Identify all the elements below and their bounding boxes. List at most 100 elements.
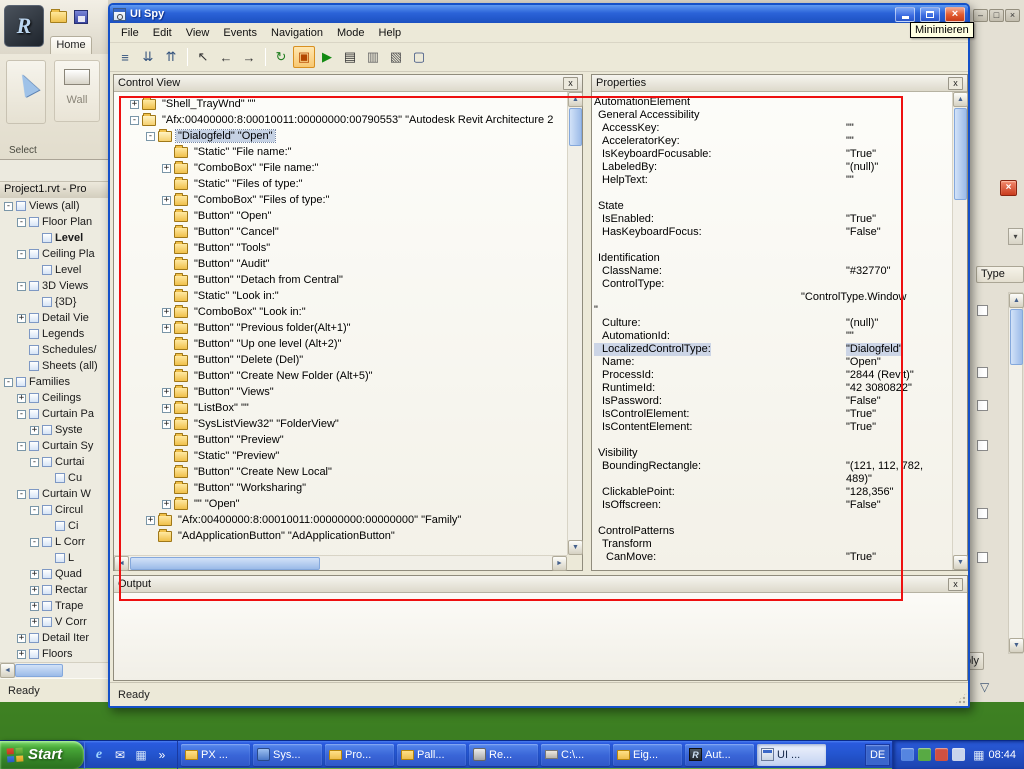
refresh-icon[interactable]: ↻ — [270, 46, 292, 68]
browser-tree-item[interactable]: Legends — [0, 326, 108, 342]
checkbox-fragment[interactable] — [977, 508, 988, 519]
scroll-up-button[interactable]: ▲ — [1009, 293, 1024, 308]
tree-view-icon[interactable]: ≡ — [114, 46, 136, 68]
browser-tree-item[interactable]: +Detail Iter — [0, 630, 108, 646]
property-row[interactable]: BoundingRectangle:"(121, 112, 782, — [594, 460, 952, 473]
browser-tree-item[interactable]: Ci — [0, 518, 108, 534]
open-file-icon[interactable] — [50, 11, 67, 23]
control-view-vscrollbar[interactable]: ▲ ▼ — [567, 92, 582, 555]
taskbar-button[interactable]: PX ... — [181, 744, 250, 766]
control-view-tree-item[interactable]: +"" "Open" — [114, 496, 567, 512]
property-row[interactable]: LabeledBy:"(null)" — [594, 161, 952, 174]
browser-tree-item[interactable]: -Families — [0, 374, 108, 390]
property-row[interactable]: ControlType: — [594, 278, 952, 291]
close-button[interactable]: × — [945, 7, 965, 22]
expand-toggle-icon[interactable]: - — [17, 250, 26, 259]
control-view-tree-item[interactable]: "Static" "Files of type:" — [114, 176, 567, 192]
expand-toggle-icon[interactable]: - — [17, 442, 26, 451]
expand-toggle-icon[interactable]: + — [162, 404, 171, 413]
property-row[interactable]: State — [594, 200, 952, 213]
clock[interactable]: ▦ 08:44 — [969, 748, 1016, 762]
taskbar-button[interactable]: Pro... — [325, 744, 394, 766]
scroll-left-button[interactable]: ◄ — [114, 556, 129, 571]
print-icon[interactable]: ▥ — [362, 46, 384, 68]
expand-toggle-icon[interactable]: + — [162, 500, 171, 509]
scroll-down-button[interactable]: ▼ — [1009, 638, 1024, 653]
expand-toggle-icon[interactable]: - — [17, 410, 26, 419]
control-view-tree-item[interactable]: "Static" "Preview" — [114, 448, 567, 464]
control-view-tree-item[interactable]: "Button" "Worksharing" — [114, 480, 567, 496]
browser-tree-item[interactable]: +V Corr — [0, 614, 108, 630]
menu-item-view[interactable]: View — [179, 25, 217, 41]
edit-type-button[interactable]: Type — [976, 266, 1024, 283]
modify-tool-button[interactable] — [6, 60, 46, 124]
volume-icon[interactable] — [952, 748, 965, 761]
browser-tree-item[interactable]: Level — [0, 230, 108, 246]
panel-close-button[interactable]: x — [948, 578, 963, 591]
menu-item-navigation[interactable]: Navigation — [264, 25, 330, 41]
expand-toggle-icon[interactable]: + — [17, 634, 26, 643]
checkbox-fragment[interactable] — [977, 305, 988, 316]
property-row[interactable]: IsOffscreen:"False" — [594, 499, 952, 512]
control-view-tree-item[interactable]: "Static" "File name:" — [114, 144, 567, 160]
browser-tree-item[interactable]: L — [0, 550, 108, 566]
expand-toggle-icon[interactable]: + — [17, 394, 26, 403]
property-row[interactable]: AutomationId:"" — [594, 330, 952, 343]
property-row[interactable]: CanMove:"True" — [594, 551, 952, 564]
property-row[interactable]: ClickablePoint:"128,356" — [594, 486, 952, 499]
menu-item-file[interactable]: File — [114, 25, 146, 41]
network-status-icon[interactable] — [901, 748, 914, 761]
taskbar-button[interactable]: UI ... — [757, 744, 826, 766]
control-view-tree-item[interactable]: "Button" "Create New Folder (Alt+5)" — [114, 368, 567, 384]
expand-toggle-icon[interactable]: - — [17, 490, 26, 499]
browser-tree-item[interactable]: +Quad — [0, 566, 108, 582]
browser-tree-item[interactable]: -Circul — [0, 502, 108, 518]
control-view-tree-item[interactable]: "Button" "Cancel" — [114, 224, 567, 240]
clear-icon[interactable]: ▧ — [385, 46, 407, 68]
show-desktop-icon[interactable]: ▦ — [133, 747, 149, 763]
checkbox-fragment[interactable] — [977, 400, 988, 411]
project-browser-hscrollbar[interactable]: ◄ — [0, 662, 108, 678]
browser-tree-item[interactable]: {3D} — [0, 294, 108, 310]
maximize-button[interactable] — [920, 7, 940, 22]
expand-toggle-icon[interactable]: - — [17, 282, 26, 291]
control-view-tree-item[interactable]: -"Afx:00400000:8:00010011:00000000:00790… — [114, 112, 567, 128]
browser-tree-item[interactable]: +Syste — [0, 422, 108, 438]
scroll-right-button[interactable]: ► — [552, 556, 567, 571]
property-row[interactable]: " — [594, 304, 952, 317]
scroll-thumb[interactable] — [130, 557, 320, 570]
expand-toggle-icon[interactable]: + — [17, 650, 26, 659]
expand-toggle-icon[interactable]: + — [162, 420, 171, 429]
uispy-titlebar[interactable]: UI Spy × — [110, 5, 968, 23]
property-row[interactable]: IsEnabled:"True" — [594, 213, 952, 226]
browser-tree-item[interactable]: -L Corr — [0, 534, 108, 550]
wall-tool-button[interactable]: Wall — [54, 60, 100, 122]
browser-tree-item[interactable]: -Curtain W — [0, 486, 108, 502]
revit-properties-scrollbar[interactable]: ▲ ▼ — [1008, 292, 1023, 654]
property-row[interactable]: IsControlElement:"True" — [594, 408, 952, 421]
security-shield-icon[interactable] — [918, 748, 931, 761]
browser-tree-item[interactable]: -Curtai — [0, 454, 108, 470]
property-row[interactable]: HasKeyboardFocus:"False" — [594, 226, 952, 239]
collapse-all-icon[interactable]: ⇈ — [160, 46, 182, 68]
browser-tree-item[interactable]: -Curtain Pa — [0, 406, 108, 422]
expand-toggle-icon[interactable]: - — [30, 506, 39, 515]
language-indicator[interactable]: DE — [865, 744, 890, 766]
new-window-icon[interactable]: ▢ — [408, 46, 430, 68]
browser-tree-item[interactable]: Level — [0, 262, 108, 278]
property-row[interactable]: ClassName:"#32770" — [594, 265, 952, 278]
expand-toggle-icon[interactable]: - — [146, 132, 155, 141]
control-view-tree-item[interactable]: -"Dialogfeld" "Open" — [114, 128, 567, 144]
expand-toggle-icon[interactable]: + — [162, 164, 171, 173]
scroll-thumb[interactable] — [1010, 309, 1023, 365]
browser-tree-item[interactable]: +Ceilings — [0, 390, 108, 406]
scroll-left-button[interactable]: ◄ — [0, 663, 15, 678]
property-row[interactable]: AcceleratorKey:"" — [594, 135, 952, 148]
control-view-tree-item[interactable]: +"ComboBox" "Look in:" — [114, 304, 567, 320]
control-view-hscrollbar[interactable]: ◄ ► — [114, 555, 567, 570]
expand-toggle-icon[interactable]: + — [17, 314, 26, 323]
property-row[interactable]: Identification — [594, 252, 952, 265]
property-row[interactable]: Name:"Open" — [594, 356, 952, 369]
expand-toggle-icon[interactable]: - — [30, 538, 39, 547]
report-icon[interactable]: ▤ — [339, 46, 361, 68]
